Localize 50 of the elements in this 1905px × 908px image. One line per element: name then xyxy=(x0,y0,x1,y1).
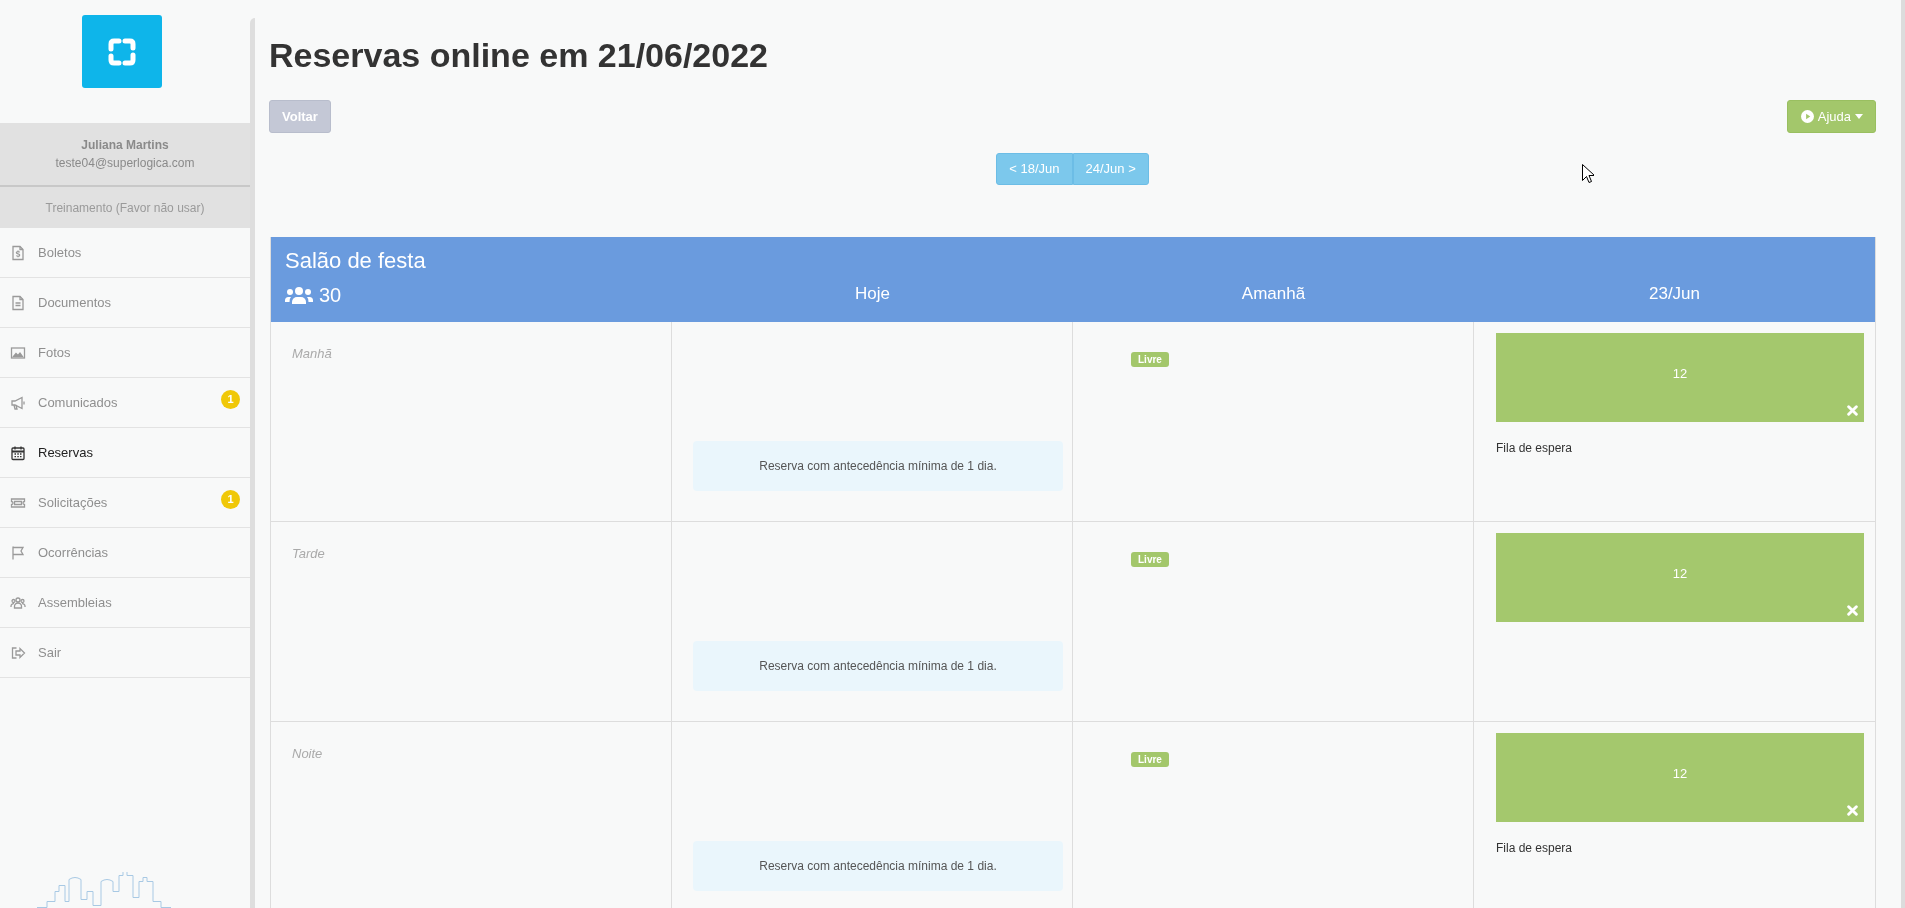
period-label: Manhã xyxy=(292,345,332,363)
receipt-icon xyxy=(10,244,26,261)
close-icon[interactable] xyxy=(1847,405,1858,416)
status-badge: Livre xyxy=(1131,352,1169,367)
reservation-card[interactable]: 12 xyxy=(1496,533,1864,622)
page-title: Reservas online em 21/06/2022 xyxy=(269,35,768,75)
waitlist-text: Fila de espera xyxy=(1496,440,1573,457)
reservation-card[interactable]: 12 xyxy=(1496,333,1864,422)
help-button[interactable]: Ajuda xyxy=(1786,100,1876,133)
document-icon xyxy=(10,294,26,311)
sidebar-item[interactable]: Comunicados 1 xyxy=(0,378,250,428)
megaphone-icon xyxy=(10,394,26,411)
users-icon xyxy=(10,594,26,611)
caret-icon xyxy=(1855,114,1863,119)
status-badge: Livre xyxy=(1131,552,1169,567)
notice-message: Reserva com antecedência mínima de 1 dia. xyxy=(693,441,1063,491)
image-icon xyxy=(10,344,26,361)
notice-message: Reserva com antecedência mínima de 1 dia. xyxy=(693,641,1063,691)
waitlist-text: Fila de espera xyxy=(1496,840,1573,857)
sidebar-item[interactable]: Solicitações 1 xyxy=(0,478,250,528)
user-name: Juliana Martins xyxy=(81,137,169,154)
column-header: Hoje xyxy=(855,283,890,305)
condo-name[interactable]: Treinamento (Favor não usar) xyxy=(0,187,250,228)
previous-button[interactable]: < 18/Jun xyxy=(996,153,1073,185)
flag-icon xyxy=(10,544,26,561)
period-label: Tarde xyxy=(292,545,325,563)
reservation-card[interactable]: 12 xyxy=(1496,733,1864,822)
close-icon[interactable] xyxy=(1847,805,1858,816)
user-email: teste04@superlogica.com xyxy=(55,155,195,172)
column-header: 23/Jun xyxy=(1648,283,1700,305)
logout-icon xyxy=(10,644,26,661)
count-badge: 1 xyxy=(221,490,240,509)
next-button[interactable]: 24/Jun > xyxy=(1072,153,1149,185)
calendar-icon xyxy=(10,444,26,461)
unit-number: 12 xyxy=(1672,564,1688,583)
unit-number: 12 xyxy=(1672,364,1688,383)
column-header: Amanhã xyxy=(1241,283,1306,305)
back-button[interactable]: Voltar xyxy=(269,100,331,133)
notice-message: Reserva com antecedência mínima de 1 dia. xyxy=(693,841,1063,891)
unit-number: 12 xyxy=(1672,764,1688,783)
play-icon xyxy=(1800,110,1814,123)
venue-title: Salão de festa xyxy=(285,247,426,275)
close-icon[interactable] xyxy=(1847,605,1858,616)
count-badge: 1 xyxy=(221,390,240,409)
status-badge: Livre xyxy=(1131,752,1169,767)
logo-icon[interactable] xyxy=(82,15,162,88)
users-icon xyxy=(285,286,313,304)
cursor-icon xyxy=(1582,164,1594,183)
capacity-count: 30 xyxy=(319,284,342,306)
period-label: Noite xyxy=(292,745,323,763)
